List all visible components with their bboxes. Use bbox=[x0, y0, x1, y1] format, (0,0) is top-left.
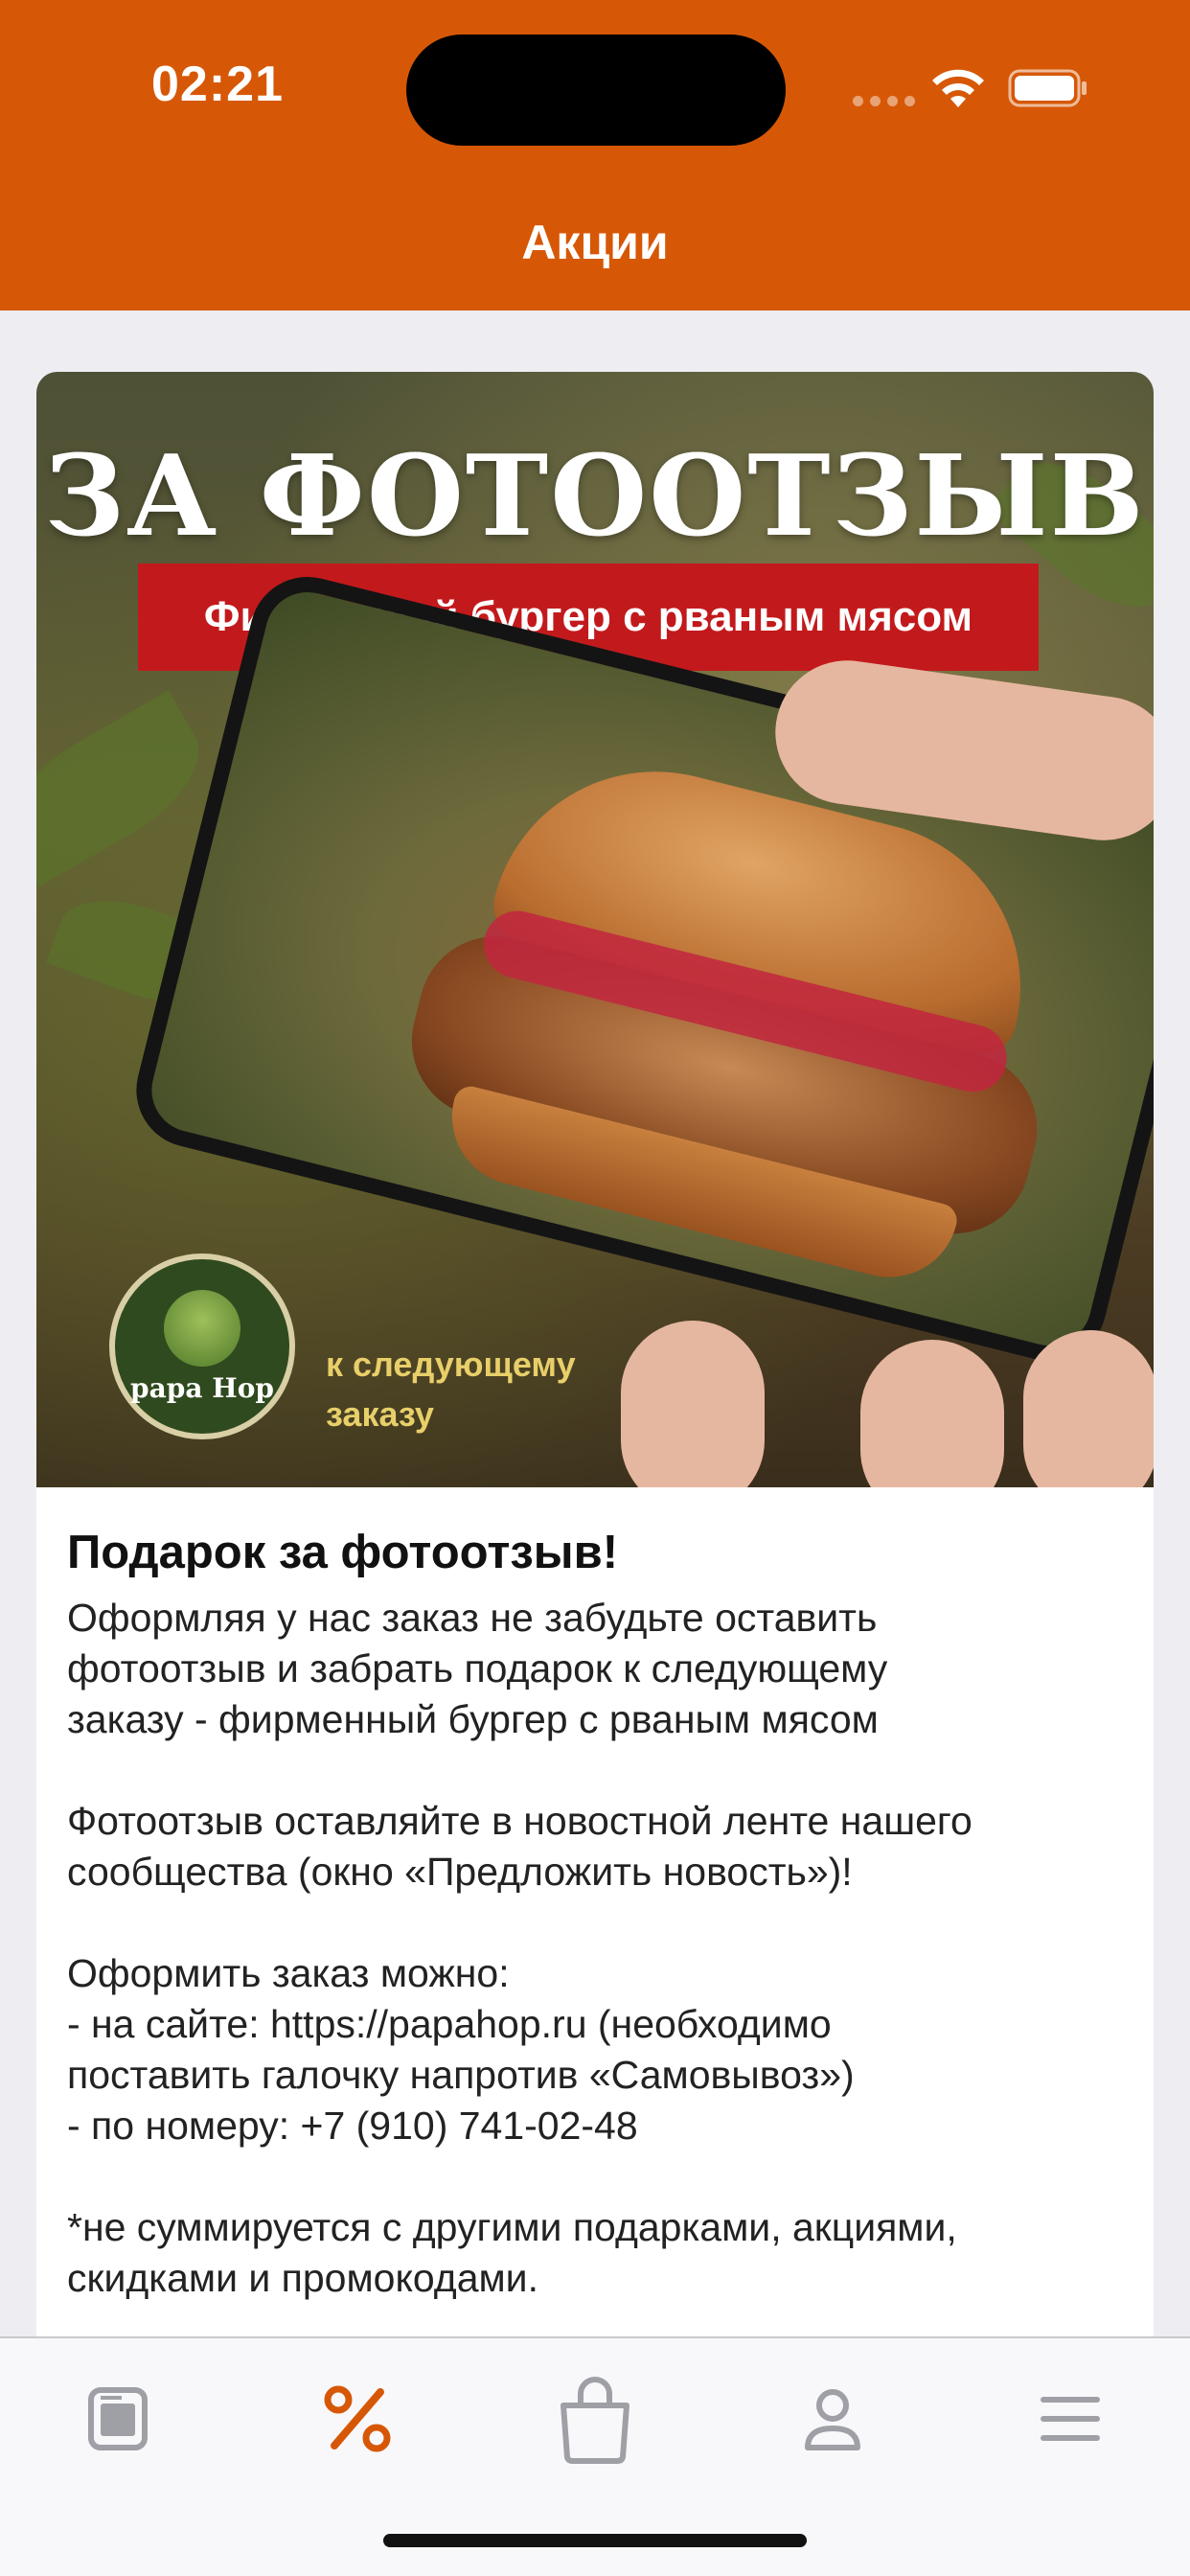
percent-icon bbox=[324, 2385, 391, 2452]
menu-card-icon bbox=[88, 2387, 148, 2450]
top-header: 02:21 Акции bbox=[0, 0, 1190, 310]
promo-title: Подарок за фотоотзыв! bbox=[67, 1527, 619, 1578]
promo-paragraph-2: Фотоотзыв оставляйте в новостной ленте н… bbox=[67, 1799, 973, 1894]
cellular-signal-icon bbox=[853, 96, 915, 106]
page-title: Акции bbox=[521, 216, 669, 269]
battery-icon bbox=[1008, 69, 1087, 107]
dynamic-island bbox=[406, 34, 786, 146]
promo-disclaimer: *не суммируется с другими подарками, акц… bbox=[67, 2205, 957, 2300]
promo-description: Подарок за фотоотзыв! Оформляя у нас зак… bbox=[36, 1487, 1154, 2304]
wifi-icon bbox=[932, 69, 984, 107]
status-time: 02:21 bbox=[151, 57, 284, 112]
profile-icon bbox=[805, 2389, 860, 2450]
promo-card[interactable]: ЗА ФОТООТЗЫВ Фирменный бургер с рваным м… bbox=[36, 372, 1154, 2336]
tab-profile[interactable] bbox=[780, 2371, 885, 2467]
hamburger-menu-icon bbox=[1041, 2397, 1100, 2441]
tab-menu[interactable] bbox=[65, 2371, 171, 2467]
tab-cart[interactable] bbox=[542, 2371, 648, 2467]
banner-headline: ЗА ФОТООТЗЫВ bbox=[44, 431, 1146, 562]
home-indicator[interactable] bbox=[383, 2534, 807, 2547]
promo-banner-image[interactable]: ЗА ФОТООТЗЫВ Фирменный бургер с рваным м… bbox=[36, 372, 1154, 1487]
phone-number-link[interactable]: - по номеру: +7 (910) 741-02-48 bbox=[67, 2101, 1123, 2151]
tab-promotions[interactable] bbox=[305, 2371, 410, 2467]
tab-more[interactable] bbox=[1018, 2371, 1123, 2467]
banner-footnote: к следующему заказу bbox=[326, 1345, 576, 1434]
promo-paragraph-3: Оформить заказ можно: - на сайте: https:… bbox=[67, 1948, 1123, 2151]
website-link[interactable]: - на сайте: https://papahop.ru (необходи… bbox=[67, 1999, 1123, 2050]
shopping-bag-icon bbox=[561, 2377, 629, 2464]
papa-hop-logo: papa Hop bbox=[109, 1254, 295, 1439]
promo-paragraph-1: Оформляя у нас заказ не забудьте оставит… bbox=[67, 1596, 888, 1741]
